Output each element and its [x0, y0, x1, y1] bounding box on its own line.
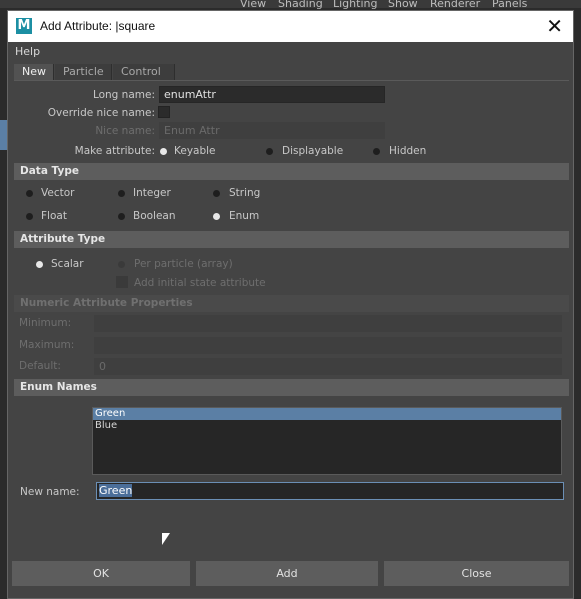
bg-menu-panels: Panels — [492, 0, 528, 10]
tab-new[interactable]: New — [14, 64, 54, 80]
long-name-label: Long name: — [92, 89, 155, 101]
close-button[interactable]: Close — [384, 561, 569, 586]
tab-particle[interactable]: Particle — [55, 64, 112, 80]
bg-menu-renderer: Renderer — [430, 0, 481, 10]
background-selection-strip — [0, 120, 7, 150]
new-name-field[interactable]: Green — [96, 482, 564, 500]
button-bar: OK Add Close — [8, 556, 573, 598]
add-button[interactable]: Add — [196, 561, 378, 586]
bg-menu-lighting: Lighting — [333, 0, 378, 10]
default-label: Default: — [19, 360, 61, 372]
enum-item-green[interactable]: Green — [93, 408, 561, 420]
enum-item-blue[interactable]: Blue — [93, 420, 561, 432]
minimum-label: Minimum: — [19, 317, 72, 329]
bg-menu-show: Show — [388, 0, 418, 10]
default-field[interactable]: 0 — [94, 358, 562, 375]
float-radio[interactable] — [26, 213, 33, 220]
enum-radio[interactable] — [213, 213, 220, 220]
add-attribute-dialog: M Add Attribute: |square ✕ Help New Part… — [7, 10, 574, 599]
boolean-radio[interactable] — [118, 213, 125, 220]
window-title: Add Attribute: |square — [40, 19, 156, 33]
keyable-radio[interactable] — [160, 148, 167, 155]
minimum-field[interactable] — [94, 315, 562, 332]
hidden-label: Hidden — [389, 145, 427, 157]
bg-menu-view: View — [240, 0, 267, 10]
background-maya-menubar: View Shading Lighting Show Renderer Pane… — [0, 0, 581, 10]
maximum-field[interactable] — [94, 337, 562, 354]
float-label: Float — [41, 210, 67, 222]
string-radio[interactable] — [213, 190, 220, 197]
integer-radio[interactable] — [118, 190, 125, 197]
bg-menu-shading: Shading — [278, 0, 323, 10]
per-particle-label: Per particle (array) — [134, 258, 233, 270]
long-name-field[interactable]: enumAttr — [159, 86, 385, 103]
title-bar[interactable]: M Add Attribute: |square ✕ — [8, 11, 573, 42]
new-name-label: New name: — [20, 486, 80, 498]
override-nice-name-label: Override nice name: — [47, 107, 155, 119]
scalar-radio[interactable] — [36, 261, 43, 268]
menu-bar: Help — [8, 42, 573, 62]
vector-radio[interactable] — [26, 190, 33, 197]
close-icon[interactable]: ✕ — [546, 14, 563, 38]
keyable-label: Keyable — [174, 145, 216, 157]
displayable-radio[interactable] — [266, 148, 273, 155]
data-type-section-header[interactable]: Data Type — [14, 163, 569, 180]
nice-name-label: Nice name: — [95, 125, 155, 137]
hidden-radio[interactable] — [373, 148, 380, 155]
displayable-label: Displayable — [282, 145, 344, 157]
nice-name-field[interactable]: Enum Attr — [159, 122, 385, 139]
add-initial-state-label: Add initial state attribute — [134, 277, 266, 289]
integer-label: Integer — [133, 187, 171, 199]
mouse-cursor-icon — [162, 533, 170, 545]
vector-label: Vector — [41, 187, 75, 199]
attribute-type-section-header[interactable]: Attribute Type — [14, 231, 569, 248]
override-nice-name-checkbox[interactable] — [158, 106, 170, 118]
scalar-label: Scalar — [51, 258, 84, 270]
numeric-properties-section-header[interactable]: Numeric Attribute Properties — [14, 295, 569, 312]
maya-logo-icon: M — [16, 18, 32, 34]
add-initial-state-checkbox[interactable] — [116, 276, 128, 288]
enum-label: Enum — [229, 210, 260, 222]
maximum-label: Maximum: — [19, 339, 75, 351]
enum-names-section-header[interactable]: Enum Names — [14, 379, 569, 396]
enum-names-list[interactable]: Green Blue — [92, 407, 562, 475]
new-tab-panel: Long name: enumAttr Override nice name: … — [14, 80, 569, 547]
boolean-label: Boolean — [133, 210, 176, 222]
string-label: String — [229, 187, 261, 199]
make-attribute-label: Make attribute: — [74, 145, 155, 157]
menu-help[interactable]: Help — [15, 45, 40, 58]
tab-control[interactable]: Control — [113, 64, 175, 80]
ok-button[interactable]: OK — [12, 561, 190, 586]
new-name-value: Green — [99, 484, 133, 497]
per-particle-radio[interactable] — [118, 261, 125, 268]
